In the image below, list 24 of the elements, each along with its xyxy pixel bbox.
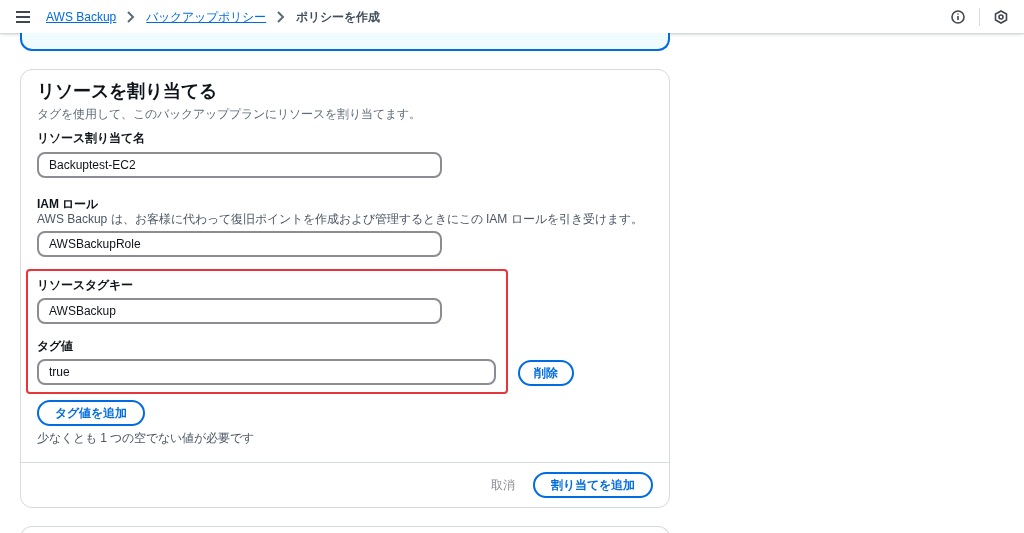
add-assignment-button[interactable]: 割り当てを追加 bbox=[533, 472, 653, 498]
card-description: タグを使用して、このバックアッププランにリソースを割り当てます。 bbox=[37, 106, 422, 122]
remove-button[interactable]: 削除 bbox=[518, 360, 574, 386]
field-label: リソースタグキー bbox=[37, 277, 134, 293]
breadcrumb-current: ポリシーを作成 bbox=[296, 8, 381, 26]
info-icon[interactable] bbox=[951, 9, 965, 24]
requirement-note: 少なくとも 1 つの空でない値が必要です bbox=[37, 430, 256, 447]
field-label: IAM ロール bbox=[37, 196, 100, 212]
text-field[interactable]: AWSBackupRole bbox=[37, 231, 442, 257]
settings-icon[interactable] bbox=[994, 9, 1008, 24]
text-field[interactable]: AWSBackup bbox=[37, 298, 442, 324]
field-hint: AWS Backup は、お客様に代わって復旧ポイントを作成および管理するときにこの IAM ロールを引き受けます。 bbox=[37, 212, 644, 227]
add-tag-value-button[interactable]: タグ値を追加 bbox=[37, 400, 145, 426]
card-title: リソースを割り当てる bbox=[37, 80, 218, 103]
text-field[interactable]: Backuptest-EC2 bbox=[37, 152, 442, 178]
menu-icon[interactable] bbox=[16, 10, 30, 23]
text-field[interactable]: true bbox=[37, 359, 496, 385]
field-label: リソース割り当て名 bbox=[37, 130, 146, 146]
cancel-button[interactable]: 取消 bbox=[491, 476, 515, 494]
breadcrumb-link[interactable]: AWS Backup bbox=[46, 7, 117, 26]
chevron-icon bbox=[126, 9, 137, 24]
chevron-icon bbox=[276, 9, 287, 24]
field-label: タグ値 bbox=[37, 338, 74, 354]
breadcrumb-link[interactable]: バックアップポリシー bbox=[146, 7, 267, 26]
